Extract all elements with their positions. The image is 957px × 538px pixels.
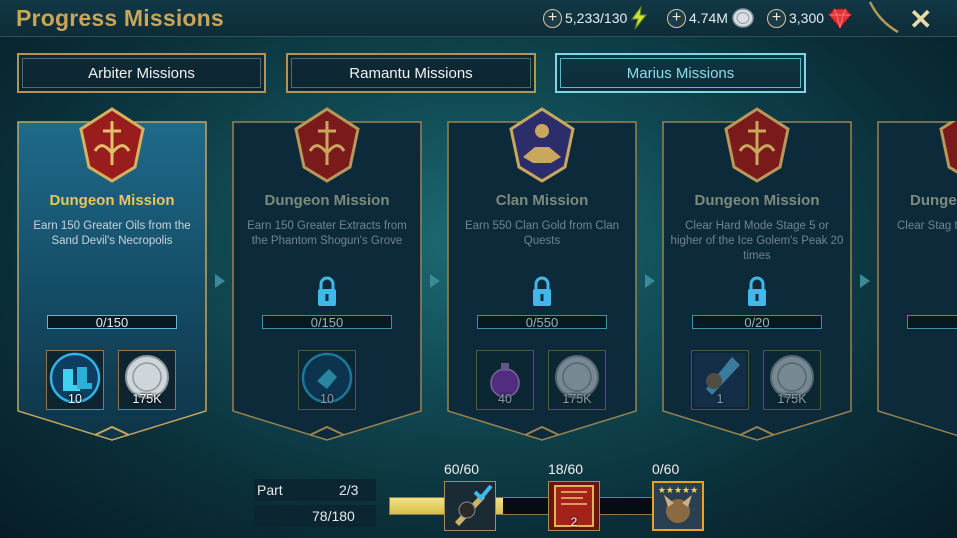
dungeon-crest-icon — [294, 107, 360, 183]
close-button[interactable]: ✕ — [909, 3, 932, 36]
reward-slot[interactable]: 10 — [46, 350, 104, 410]
mission-progress-bar: 0/150 — [262, 315, 392, 330]
tab-arbiter-missions[interactable]: Arbiter Missions — [17, 53, 266, 93]
milestone-reward-1[interactable] — [444, 481, 496, 531]
page-title: Progress Missions — [16, 5, 224, 31]
mission-description: Earn 150 Greater Extracts from the Phant… — [247, 220, 407, 247]
mission-progress-bar: 0/20 — [692, 315, 822, 330]
milestone-count: 0/60 — [652, 461, 680, 477]
mission-card-4[interactable]: Dungeon Mission Clear Hard Mode Stage 5 … — [662, 107, 852, 441]
reward-count: 175K — [562, 392, 592, 406]
part-label: Part — [257, 482, 283, 498]
mission-progress-text: 0/150 — [310, 315, 344, 330]
mission-description: Clear Hard Mode Stage 5 or higher of the… — [670, 220, 844, 262]
mission-progress-bar: 0/550 — [477, 315, 607, 330]
milestone-count: 18/60 — [548, 461, 584, 477]
milestone-progress-track — [389, 497, 653, 515]
tab-label: Arbiter Missions — [88, 64, 195, 82]
mission-card-3[interactable]: Clan Mission Earn 550 Clan Gold from Cla… — [447, 107, 637, 441]
mission-description: Clear Stag the Iron T — [897, 220, 957, 232]
checkmark-icon — [473, 484, 493, 501]
reward-count: 1 — [716, 392, 724, 406]
clan-handshake-crest-icon — [509, 107, 575, 183]
milestone-count: 60/60 — [444, 461, 480, 477]
mission-title: Dunge — [910, 192, 957, 209]
mission-progress-bar — [907, 315, 957, 329]
energy-value: 5,233/130 — [565, 10, 628, 26]
reward-count: 2 — [570, 515, 578, 529]
ruby-value: 3,300 — [789, 10, 825, 26]
lock-icon — [748, 276, 766, 306]
ruby-resource: + 3,300 — [767, 7, 853, 29]
mission-card-1[interactable]: Dungeon Mission Earn 150 Greater Oils fr… — [17, 107, 207, 441]
silver-value: 4.74M — [689, 10, 728, 26]
chevron-right-icon — [215, 274, 225, 288]
reward-count: 175K — [132, 392, 162, 406]
mission-description: Earn 550 Clan Gold from Clan Quests — [464, 220, 620, 247]
mission-progress-text: 0/150 — [95, 315, 129, 330]
mission-title: Clan Mission — [495, 192, 589, 209]
reward-count: 175K — [777, 392, 807, 406]
energy-resource: + 5,233/130 — [543, 6, 649, 30]
reward-count: 40 — [498, 392, 512, 406]
reward-slot[interactable]: 175K — [118, 350, 176, 410]
dungeon-crest-icon — [79, 107, 145, 183]
dungeon-crest-icon — [939, 121, 957, 174]
svg-text:★★★★★: ★★★★★ — [658, 486, 698, 496]
part-value: 2/3 — [339, 482, 359, 498]
reward-slot[interactable]: 40 — [476, 350, 534, 410]
mission-title: Dungeon Mission — [264, 192, 390, 209]
five-star-champion-icon: ★★★★★ — [658, 486, 698, 523]
tab-label: Ramantu Missions — [349, 64, 473, 82]
points-value: 78/180 — [312, 508, 355, 524]
lock-icon — [318, 276, 336, 306]
mission-card-5[interactable]: Dunge Clear Stag the Iron T — [877, 121, 957, 441]
mission-title: Dungeon Mission — [49, 192, 175, 209]
reward-count: 10 — [68, 392, 82, 406]
add-silver-button[interactable]: + — [667, 8, 686, 28]
chevron-right-icon — [860, 274, 870, 288]
energy-bolt-icon — [631, 6, 648, 30]
reward-slot[interactable]: 1 — [691, 350, 749, 410]
add-energy-button[interactable]: + — [543, 8, 562, 28]
dungeon-crest-icon — [724, 107, 790, 183]
mission-progress-text: 0/550 — [525, 315, 559, 330]
mission-title: Dungeon Mission — [694, 192, 820, 209]
lock-icon — [533, 276, 551, 306]
weapon-artifact-icon — [455, 484, 493, 526]
mission-card-2[interactable]: Dungeon Mission Earn 150 Greater Extract… — [232, 107, 422, 441]
ruby-gem-icon — [828, 8, 852, 29]
milestone-reward-2[interactable]: 2 — [548, 481, 600, 531]
corner-ornament — [868, 1, 899, 34]
reward-slot[interactable]: 175K — [763, 350, 821, 410]
tab-ramantu-missions[interactable]: Ramantu Missions — [286, 53, 536, 93]
mission-progress-bar: 0/150 — [47, 315, 177, 330]
milestone-reward-3[interactable]: ★★★★★ — [652, 481, 704, 531]
tab-label: Marius Missions — [626, 64, 735, 82]
silver-coin-icon — [732, 8, 754, 28]
reward-slot[interactable]: 10 — [298, 350, 356, 410]
tab-marius-missions[interactable]: Marius Missions — [555, 53, 806, 93]
reward-slot[interactable]: 175K — [548, 350, 606, 410]
mission-progress-text: 0/20 — [744, 315, 770, 330]
silver-resource: + 4.74M — [667, 7, 755, 29]
add-ruby-button[interactable]: + — [767, 8, 786, 28]
mission-description: Earn 150 Greater Oils from the Sand Devi… — [33, 220, 191, 247]
reward-count: 10 — [320, 392, 334, 406]
chevron-right-icon — [430, 274, 440, 288]
chevron-right-icon — [645, 274, 655, 288]
